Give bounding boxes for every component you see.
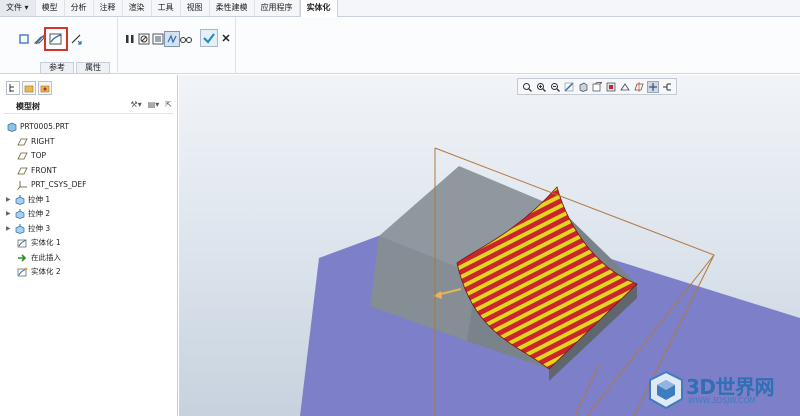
menu-solidify[interactable]: 实体化 (299, 0, 338, 17)
solidify-icon (17, 238, 28, 248)
datum-plane-icon (17, 151, 28, 161)
selected-tool-highlight (44, 27, 68, 51)
extrude-icon (14, 209, 25, 220)
favorites-tab-icon[interactable] (38, 81, 52, 95)
datum-plane-icon (17, 166, 28, 176)
menu-bar: 文件 ▾ 模型 分析 注释 渲染 工具 视图 柔性建模 应用程序 实体化 (0, 0, 800, 17)
subtab-properties[interactable]: 属性 (76, 62, 110, 74)
insert-arrow-icon (17, 253, 28, 263)
menu-view[interactable]: 视图 (181, 0, 210, 16)
expand-arrow-icon[interactable]: ▶ (6, 222, 14, 236)
tree-node-right[interactable]: RIGHT (6, 135, 174, 150)
csys-icon (17, 180, 28, 191)
tree-node-insert-here[interactable]: 在此插入 (6, 251, 174, 266)
menu-analysis[interactable]: 分析 (65, 0, 94, 16)
extrude-icon (14, 194, 25, 205)
menu-flexible-modeling[interactable]: 柔性建模 (210, 0, 255, 16)
tree-node-csys[interactable]: PRT_CSYS_DEF (6, 178, 174, 193)
cancel-icon[interactable] (218, 30, 234, 46)
ribbon: 参考 属性 (0, 17, 800, 74)
model-tree-panel: 模型树 ⚒▾ ▤▾ ⇱ PRT0005.PRT RIGHT TOP FRONT … (0, 75, 178, 416)
tree-header: 模型树 ⚒▾ ▤▾ ⇱ (4, 100, 174, 114)
menu-model[interactable]: 模型 (36, 0, 65, 16)
expand-arrow-icon[interactable]: ▶ (6, 207, 14, 221)
menu-annotate[interactable]: 注释 (94, 0, 123, 16)
expand-arrow-icon[interactable]: ▶ (6, 193, 14, 207)
menu-file[interactable]: 文件 ▾ (0, 0, 36, 16)
model-scene (300, 147, 800, 416)
watermark: 3D世界网 WWW.3DSJW.COM (648, 368, 798, 414)
ribbon-group-type: 参考 属性 (0, 17, 118, 74)
tree-node-top[interactable]: TOP (6, 149, 174, 164)
tree-node-extrude-3[interactable]: ▶ 拉伸 3 (6, 222, 174, 237)
confirm-icon[interactable] (200, 29, 218, 47)
tree-node-extrude-2[interactable]: ▶ 拉伸 2 (6, 207, 174, 222)
tree-node-solidify-1[interactable]: 实体化 1 (6, 236, 174, 251)
ribbon-group-controls (118, 17, 236, 74)
tree-settings-icon[interactable]: ⚒▾ (131, 100, 142, 109)
folder-browser-tab-icon[interactable] (22, 81, 36, 95)
solidify-new-icon (17, 267, 28, 277)
glasses-preview-icon[interactable] (178, 31, 194, 47)
ribbon-subtabs: 参考 属性 (40, 62, 112, 74)
tree-node-part[interactable]: PRT0005.PRT (6, 120, 174, 135)
cube-logo-icon (649, 370, 683, 410)
menu-render[interactable]: 渲染 (123, 0, 152, 16)
model-tree: PRT0005.PRT RIGHT TOP FRONT PRT_CSYS_DEF… (6, 120, 174, 280)
menu-applications[interactable]: 应用程序 (255, 0, 300, 16)
menu-tools[interactable]: 工具 (152, 0, 181, 16)
tree-title: 模型树 (16, 102, 40, 111)
subtab-references[interactable]: 参考 (40, 62, 74, 74)
graphics-viewport[interactable] (179, 75, 800, 416)
solid-icon[interactable] (16, 31, 32, 47)
model-tree-tab-icon[interactable] (6, 81, 20, 95)
tree-filter-icon[interactable]: ⇱ (165, 100, 172, 109)
datum-plane-icon (17, 137, 28, 147)
extrude-icon (14, 223, 25, 234)
tree-node-extrude-1[interactable]: ▶ 拉伸 1 (6, 193, 174, 208)
tree-node-front[interactable]: FRONT (6, 164, 174, 179)
tree-tools: ⚒▾ ▤▾ ⇱ (125, 100, 172, 109)
panel-tabs (6, 81, 54, 95)
app-window: 文件 ▾ 模型 分析 注释 渲染 工具 视图 柔性建模 应用程序 实体化 参考 … (0, 0, 800, 416)
tree-node-solidify-2[interactable]: 实体化 2 (6, 265, 174, 280)
flip-direction-icon[interactable] (68, 31, 84, 47)
tree-display-icon[interactable]: ▤▾ (148, 100, 160, 109)
watermark-url: WWW.3DSJW.COM (688, 396, 756, 405)
part-icon (6, 122, 17, 133)
